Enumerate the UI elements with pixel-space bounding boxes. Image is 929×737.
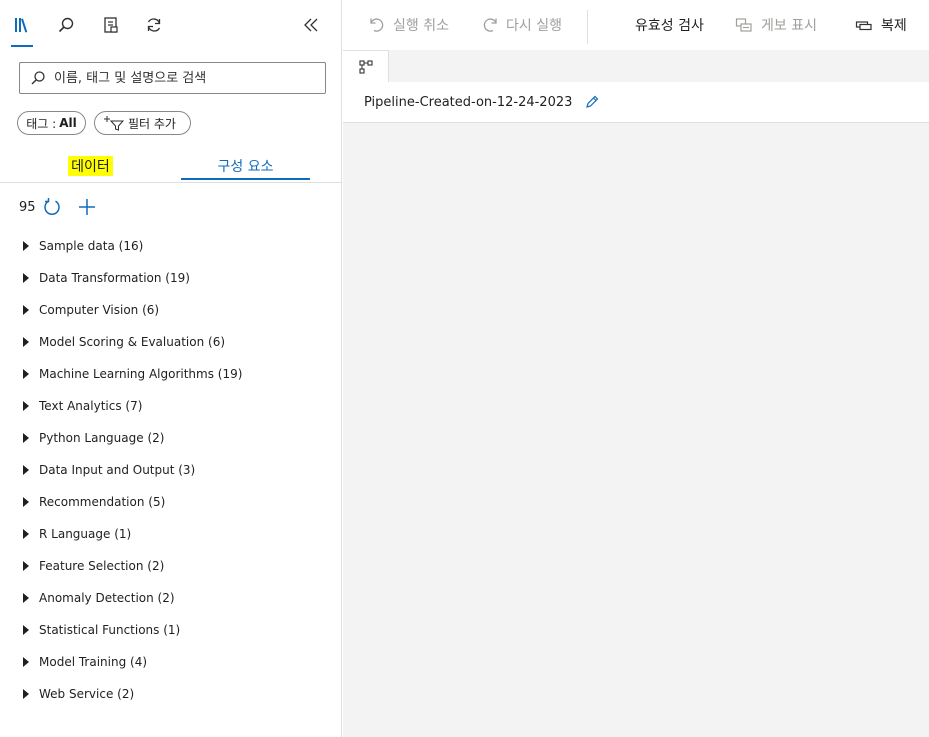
expand-caret-icon[interactable] [23, 529, 29, 539]
clone-button[interactable]: 복제 [855, 0, 907, 50]
tree-item-label: Data Input and Output (3) [39, 463, 196, 477]
tree-item[interactable]: Statistical Functions (1) [20, 614, 330, 646]
redo-label: 다시 실행 [506, 18, 562, 34]
search-icon[interactable] [53, 12, 79, 38]
tree-item[interactable]: Text Analytics (7) [20, 390, 330, 422]
tree-item[interactable]: Anomaly Detection (2) [20, 582, 330, 614]
tree-item[interactable]: Recommendation (5) [20, 486, 330, 518]
publish-label: 게보 표시 [761, 18, 817, 34]
tree-item-label: Computer Vision (6) [39, 303, 160, 317]
toolbar-divider [587, 10, 588, 44]
tag-filter-label: 태그 : [26, 116, 57, 131]
search-icon [31, 71, 45, 85]
tree-item-label: Data Transformation (19) [39, 271, 190, 285]
expand-caret-icon[interactable] [23, 465, 29, 475]
validate-button[interactable]: 유효성 검사 [635, 0, 704, 50]
tree-item-label: Feature Selection (2) [39, 559, 165, 573]
tree-item[interactable]: Computer Vision (6) [20, 294, 330, 326]
edit-pencil-icon[interactable] [584, 94, 600, 110]
designer-toolbar: 실행 취소 다시 실행 유효성 검사 게보 표시 복제 [343, 0, 929, 50]
tab-data-label: 데이터 [68, 155, 113, 176]
canvas-tab-strip [343, 50, 929, 83]
tab-components[interactable]: 구성 요소 [181, 150, 310, 181]
library-icon[interactable] [9, 12, 35, 38]
undo-label: 실행 취소 [393, 18, 449, 34]
validate-label: 유효성 검사 [635, 18, 704, 34]
pipeline-canvas[interactable] [343, 123, 929, 737]
expand-caret-icon[interactable] [23, 657, 29, 667]
undo-button[interactable]: 실행 취소 [369, 0, 449, 50]
tree-item-label: Anomaly Detection (2) [39, 591, 175, 605]
expand-caret-icon[interactable] [23, 625, 29, 635]
expand-caret-icon[interactable] [23, 433, 29, 443]
expand-caret-icon[interactable] [23, 337, 29, 347]
expand-caret-icon[interactable] [23, 273, 29, 283]
selected-tab-indicator [181, 178, 310, 180]
pipeline-title: Pipeline-Created-on-12-24-2023 [364, 94, 573, 110]
tree-item[interactable]: Data Transformation (19) [20, 262, 330, 294]
pipeline-canvas-tab[interactable] [343, 50, 389, 83]
tab-data[interactable]: 데이터 [0, 150, 181, 181]
tree-item-label: Recommendation (5) [39, 495, 166, 509]
tab-components-label: 구성 요소 [217, 158, 274, 175]
redo-icon [483, 18, 497, 32]
clone-icon [855, 21, 872, 31]
tree-item-label: Web Service (2) [39, 687, 135, 701]
add-filter-icon [104, 116, 125, 131]
tree-item[interactable]: Feature Selection (2) [20, 550, 330, 582]
search-box[interactable] [19, 62, 326, 94]
asset-library-panel: 태그 :All 필터 추가 데이터 구성 요소 95 Sample data (… [0, 0, 342, 737]
clone-label: 복제 [881, 18, 907, 34]
tag-filter-pill[interactable]: 태그 : All [17, 111, 86, 135]
tree-item[interactable]: Machine Learning Algorithms (19) [20, 358, 330, 390]
add-filter-button[interactable]: 필터 추가 [94, 111, 191, 135]
expand-caret-icon[interactable] [23, 593, 29, 603]
library-tab-indicator [11, 45, 33, 47]
pipeline-title-bar: Pipeline-Created-on-12-24-2023 [343, 82, 929, 123]
search-input[interactable] [52, 69, 316, 87]
component-count: 95 [19, 199, 36, 215]
expand-caret-icon[interactable] [23, 689, 29, 699]
tree-item[interactable]: Web Service (2) [20, 678, 330, 710]
tree-item[interactable]: Sample data (16) [20, 230, 330, 262]
tree-item-label: Text Analytics (7) [39, 399, 143, 413]
tree-item[interactable]: Model Scoring & Evaluation (6) [20, 326, 330, 358]
component-count-row: 95 [19, 196, 98, 218]
expand-caret-icon[interactable] [23, 401, 29, 411]
tree-item-label: R Language (1) [39, 527, 132, 541]
undo-icon [370, 18, 384, 32]
tree-item-label: Sample data (16) [39, 239, 144, 253]
publish-icon [735, 18, 752, 32]
tag-filter-value: All [59, 116, 77, 130]
expand-caret-icon[interactable] [23, 305, 29, 315]
refresh-icon[interactable] [141, 12, 167, 38]
tree-item[interactable]: Model Training (4) [20, 646, 330, 678]
expand-caret-icon[interactable] [23, 241, 29, 251]
tree-item[interactable]: R Language (1) [20, 518, 330, 550]
refresh-icon[interactable] [42, 197, 62, 217]
component-tree: Sample data (16) Data Transformation (19… [20, 230, 330, 710]
add-icon[interactable] [76, 196, 98, 218]
pipeline-graph-icon [358, 60, 373, 74]
tree-item-label: Model Training (4) [39, 655, 148, 669]
tree-item-label: Model Scoring & Evaluation (6) [39, 335, 226, 349]
collapse-panel-icon[interactable] [298, 12, 324, 38]
expand-caret-icon[interactable] [23, 369, 29, 379]
tree-item[interactable]: Python Language (2) [20, 422, 330, 454]
add-filter-label: 필터 추가 [128, 116, 176, 131]
expand-caret-icon[interactable] [23, 497, 29, 507]
tree-item[interactable]: Data Input and Output (3) [20, 454, 330, 486]
tree-item-label: Machine Learning Algorithms (19) [39, 367, 243, 381]
notebook-icon[interactable] [98, 12, 124, 38]
expand-caret-icon[interactable] [23, 561, 29, 571]
designer-area: 실행 취소 다시 실행 유효성 검사 게보 표시 복제 Pipeline-Cre… [343, 0, 929, 737]
tree-item-label: Statistical Functions (1) [39, 623, 181, 637]
redo-button[interactable]: 다시 실행 [482, 0, 562, 50]
tree-item-label: Python Language (2) [39, 431, 165, 445]
publish-button[interactable]: 게보 표시 [735, 0, 817, 50]
panel-icon-bar [0, 0, 342, 50]
